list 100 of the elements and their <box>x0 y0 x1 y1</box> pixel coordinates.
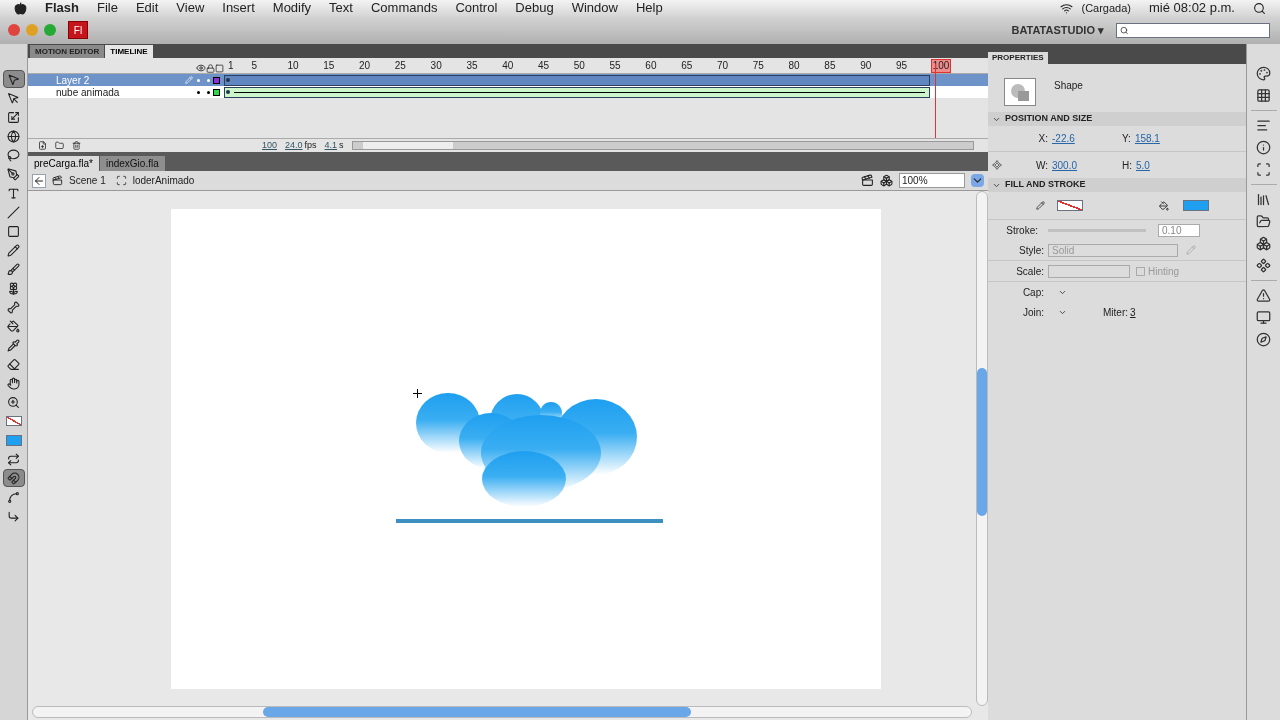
app-logo: Fl <box>68 21 88 39</box>
magnet-icon <box>7 471 20 485</box>
transform-frame-icon[interactable] <box>1256 162 1271 177</box>
magnet-tool[interactable] <box>2 469 25 487</box>
vertical-scrollbar[interactable] <box>976 191 988 706</box>
hinting-checkbox[interactable] <box>1136 266 1145 276</box>
workspace-menu[interactable]: BATATASTUDIO ▾ <box>1011 21 1104 39</box>
zoom-dropdown-icon[interactable] <box>971 174 984 187</box>
current-frame[interactable]: 100 <box>262 138 278 153</box>
compass-icon[interactable] <box>1256 332 1271 347</box>
y-value[interactable]: 158.1 <box>1134 131 1160 146</box>
document-tab[interactable]: preCarga.fla* <box>28 156 99 171</box>
menu-item[interactable]: File <box>96 0 118 18</box>
components-icon[interactable] <box>1256 258 1271 273</box>
menu-app[interactable]: Flash <box>45 0 79 18</box>
h-value[interactable]: 5.0 <box>1136 157 1150 173</box>
edit-symbol-icon[interactable] <box>880 174 893 187</box>
frame-rate-unit: fps <box>304 138 317 152</box>
scale-label: Scale: <box>1015 264 1045 279</box>
edit-scene-icon[interactable] <box>861 174 874 187</box>
stroke-color-swatch[interactable] <box>1057 200 1083 211</box>
stroke-field[interactable]: 0.10 <box>1158 223 1200 237</box>
straighten-icon <box>7 509 20 523</box>
eye-icon[interactable] <box>196 63 206 73</box>
pencil-icon <box>1036 201 1045 210</box>
fill-color-swatch[interactable] <box>5 434 22 446</box>
horizontal-scrollbar[interactable] <box>32 706 972 718</box>
menu-item[interactable]: Debug <box>515 0 554 18</box>
zoom-field[interactable]: 100% <box>899 173 965 188</box>
x-value[interactable]: -22.6 <box>1052 131 1122 146</box>
pen-icon <box>7 167 20 181</box>
miter-value[interactable]: 3 <box>1130 304 1136 320</box>
new-layer-icon[interactable] <box>38 141 47 150</box>
menu-item[interactable]: View <box>176 0 205 18</box>
palette-icon[interactable] <box>1256 66 1271 81</box>
library-icon[interactable] <box>1256 192 1271 207</box>
w-value[interactable]: 300.0 <box>1052 157 1122 173</box>
elapsed-time[interactable]: 4.1 <box>324 138 338 153</box>
crosshair-cursor-icon <box>413 389 422 398</box>
outline-icon[interactable] <box>215 64 224 73</box>
lock-icon[interactable] <box>206 64 215 73</box>
frame-number: 85 <box>823 59 837 72</box>
fill-color-swatch[interactable] <box>1183 200 1209 211</box>
timeline-scrollbar[interactable] <box>351 141 974 150</box>
document-tab[interactable]: indexGio.fla <box>99 156 165 171</box>
cubes-icon[interactable] <box>1256 236 1271 251</box>
search-field[interactable] <box>1116 22 1270 38</box>
folder-icon[interactable] <box>55 141 64 150</box>
frame-number: 20 <box>358 59 372 72</box>
line-icon <box>7 205 20 219</box>
paint-bucket-icon <box>1159 200 1169 211</box>
warning-icon[interactable] <box>1256 288 1271 303</box>
hand-icon <box>7 376 20 390</box>
bone-icon <box>7 300 20 314</box>
search-icon[interactable] <box>1253 1 1266 15</box>
frame-number: 90 <box>859 59 873 72</box>
layer-row[interactable]: nube animada <box>28 86 988 98</box>
brush-icon <box>7 262 20 276</box>
close-button[interactable] <box>8 24 20 36</box>
menu-item[interactable]: Edit <box>135 0 159 18</box>
monitor-icon[interactable] <box>1256 310 1271 325</box>
smooth-icon <box>7 490 20 504</box>
info-icon[interactable] <box>1256 140 1271 155</box>
arrow-tool[interactable] <box>2 70 25 88</box>
hinting-label: Hinting <box>1148 264 1180 279</box>
align-icon[interactable] <box>1256 118 1271 133</box>
scene-icon <box>52 175 63 186</box>
menu-item[interactable]: Text <box>329 0 353 18</box>
menu-item[interactable]: Window <box>571 0 618 18</box>
apple-icon[interactable] <box>14 1 27 15</box>
battery-status[interactable]: (Cargada) <box>1081 0 1131 17</box>
menu-item[interactable]: Help <box>635 0 663 18</box>
frame-number: 35 <box>465 59 479 72</box>
symbol-link[interactable]: loderAnimado <box>132 173 195 188</box>
layer-outline-color[interactable] <box>213 88 220 96</box>
grid-icon[interactable] <box>1256 88 1271 103</box>
panel-tab[interactable]: MOTION EDITOR <box>30 45 105 58</box>
wifi-icon[interactable] <box>1060 1 1074 15</box>
menu-item[interactable]: Insert <box>222 0 255 18</box>
menu-item[interactable]: Modify <box>272 0 312 18</box>
layer-outline-color[interactable] <box>213 76 220 84</box>
pointer-icon <box>7 91 20 105</box>
symbol-icon <box>115 175 127 186</box>
stroke-color-swatch[interactable] <box>5 416 22 426</box>
menu-item[interactable]: Commands <box>370 0 438 18</box>
frame-rate[interactable]: 24.0 <box>285 138 303 153</box>
panel-tab[interactable]: TIMELINE <box>105 45 153 58</box>
back-button[interactable] <box>32 173 46 188</box>
frame-number: 65 <box>680 59 694 72</box>
frame-number: 30 <box>429 59 443 72</box>
scene-link[interactable]: Scene 1 <box>69 173 106 188</box>
transform-icon <box>7 110 20 124</box>
menu-item[interactable]: Control <box>455 0 498 18</box>
folder-icon[interactable] <box>1256 214 1271 229</box>
arrow-icon <box>7 72 20 86</box>
frame-number: 1 <box>227 59 235 72</box>
panel-tab[interactable]: PROPERTIES <box>988 52 1048 64</box>
trash-icon[interactable] <box>72 141 81 150</box>
eyedropper-icon <box>7 338 20 352</box>
menu-clock[interactable]: mié 08:02 p.m. <box>1149 0 1235 18</box>
